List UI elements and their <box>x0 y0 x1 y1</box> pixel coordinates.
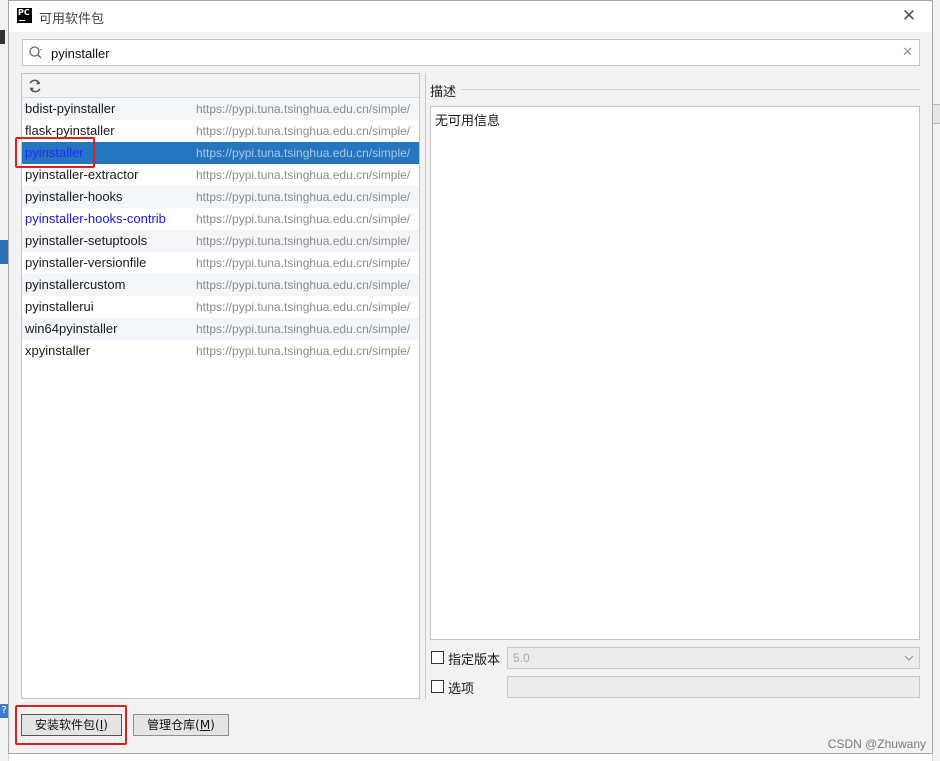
package-repository-url: https://pypi.tuna.tsinghua.edu.cn/simple… <box>196 190 411 204</box>
description-label: 描述 <box>430 81 461 100</box>
package-row[interactable]: xpyinstaller https://pypi.tuna.tsinghua.e… <box>22 340 419 362</box>
options-input[interactable] <box>507 676 920 698</box>
package-repository-url: https://pypi.tuna.tsinghua.edu.cn/simple… <box>196 146 411 160</box>
help-icon: ? <box>0 704 8 718</box>
package-repository-url: https://pypi.tuna.tsinghua.edu.cn/simple… <box>196 234 411 248</box>
package-repository-url: https://pypi.tuna.tsinghua.edu.cn/simple… <box>196 278 411 292</box>
package-row[interactable]: win64pyinstaller https://pypi.tuna.tsingh… <box>22 318 419 340</box>
options-checkbox[interactable] <box>431 680 444 693</box>
specify-version-label: 指定版本 <box>448 653 501 668</box>
available-packages-dialog: PC 可用软件包 ✕ ✕ bdist-pyinstaller https://py… <box>8 0 933 754</box>
package-repository-url: https://pypi.tuna.tsinghua.edu.cn/simple… <box>196 300 411 314</box>
watermark: CSDN @Zhuwany <box>827 737 926 751</box>
package-name: pyinstallerui <box>25 299 94 314</box>
install-button-label: 安装软件包( <box>35 718 100 732</box>
version-value: 5.0 <box>513 651 530 665</box>
package-row[interactable]: flask-pyinstaller https://pypi.tuna.tsing… <box>22 120 419 142</box>
package-repository-url: https://pypi.tuna.tsinghua.edu.cn/simple… <box>196 124 411 138</box>
package-name: pyinstaller <box>25 145 84 160</box>
package-row[interactable]: pyinstaller-versionfile https://pypi.tuna… <box>22 252 419 274</box>
package-repository-url: https://pypi.tuna.tsinghua.edu.cn/simple… <box>196 344 411 358</box>
refresh-icon[interactable] <box>27 78 43 94</box>
package-repository-url: https://pypi.tuna.tsinghua.edu.cn/simple… <box>196 102 411 116</box>
panel-splitter[interactable] <box>423 73 429 699</box>
package-name: flask-pyinstaller <box>25 123 115 138</box>
package-row[interactable]: bdist-pyinstaller https://pypi.tuna.tsing… <box>22 98 419 120</box>
background-fragment <box>0 30 5 44</box>
package-repository-url: https://pypi.tuna.tsinghua.edu.cn/simple… <box>196 322 411 336</box>
package-row[interactable]: pyinstallercustom https://pypi.tuna.tsing… <box>22 274 419 296</box>
package-repository-url: https://pypi.tuna.tsinghua.edu.cn/simple… <box>196 168 411 182</box>
options-row: 选项 <box>430 676 500 698</box>
package-repository-url: https://pypi.tuna.tsinghua.edu.cn/simple… <box>196 212 411 226</box>
package-name: pyinstaller-hooks <box>25 189 123 204</box>
description-text: 无可用信息 <box>435 114 501 129</box>
package-name: xpyinstaller <box>25 343 91 358</box>
chevron-down-icon <box>904 655 914 661</box>
package-name: pyinstaller-versionfile <box>25 255 147 270</box>
package-row[interactable]: pyinstaller-hooks https://pypi.tuna.tsing… <box>22 186 419 208</box>
package-row[interactable]: pyinstaller https://pypi.tuna.tsinghua.ed… <box>22 142 419 164</box>
search-box: ✕ <box>22 39 920 66</box>
install-package-button[interactable]: 安装软件包(I) <box>21 714 122 736</box>
package-name: pyinstaller-setuptools <box>25 233 148 248</box>
search-input[interactable] <box>51 44 891 62</box>
specify-version-row: 指定版本 <box>430 647 500 669</box>
specify-version-checkbox[interactable] <box>431 651 444 664</box>
manage-mnemonic: M <box>199 718 211 732</box>
package-row[interactable]: pyinstaller-setuptools https://pypi.tuna.… <box>22 230 419 252</box>
package-row[interactable]: pyinstaller-hooks-contrib https://pypi.tu… <box>22 208 419 230</box>
clear-icon[interactable]: ✕ <box>902 44 913 62</box>
title-bar: PC 可用软件包 ✕ <box>9 1 932 32</box>
app-icon: PC <box>17 8 32 23</box>
package-name: bdist-pyinstaller <box>25 101 116 116</box>
description-separator <box>461 89 920 90</box>
close-icon[interactable]: ✕ <box>900 7 918 25</box>
install-button-suffix: ) <box>103 718 108 732</box>
background-fragment <box>933 104 940 124</box>
manage-button-suffix: ) <box>210 718 215 732</box>
manage-button-label: 管理仓库( <box>147 718 200 732</box>
search-icon[interactable] <box>28 45 44 61</box>
package-name: pyinstaller-hooks-contrib <box>25 211 166 226</box>
background-ide-right-strip <box>932 0 940 761</box>
package-list-panel: bdist-pyinstaller https://pypi.tuna.tsing… <box>21 73 420 699</box>
package-row[interactable]: pyinstallerui https://pypi.tuna.tsinghua.… <box>22 296 419 318</box>
manage-repositories-button[interactable]: 管理仓库(M) <box>133 714 229 736</box>
description-box: 无可用信息 <box>430 106 920 640</box>
version-select[interactable]: 5.0 <box>507 647 920 669</box>
package-name: pyinstallercustom <box>25 277 126 292</box>
package-list: bdist-pyinstaller https://pypi.tuna.tsing… <box>22 98 419 362</box>
package-row[interactable]: pyinstaller-extractor https://pypi.tuna.t… <box>22 164 419 186</box>
list-toolbar <box>22 74 419 98</box>
package-repository-url: https://pypi.tuna.tsinghua.edu.cn/simple… <box>196 256 411 270</box>
package-name: win64pyinstaller <box>25 321 118 336</box>
window-title: 可用软件包 <box>39 12 105 27</box>
package-name: pyinstaller-extractor <box>25 167 139 182</box>
options-label: 选项 <box>448 682 475 697</box>
